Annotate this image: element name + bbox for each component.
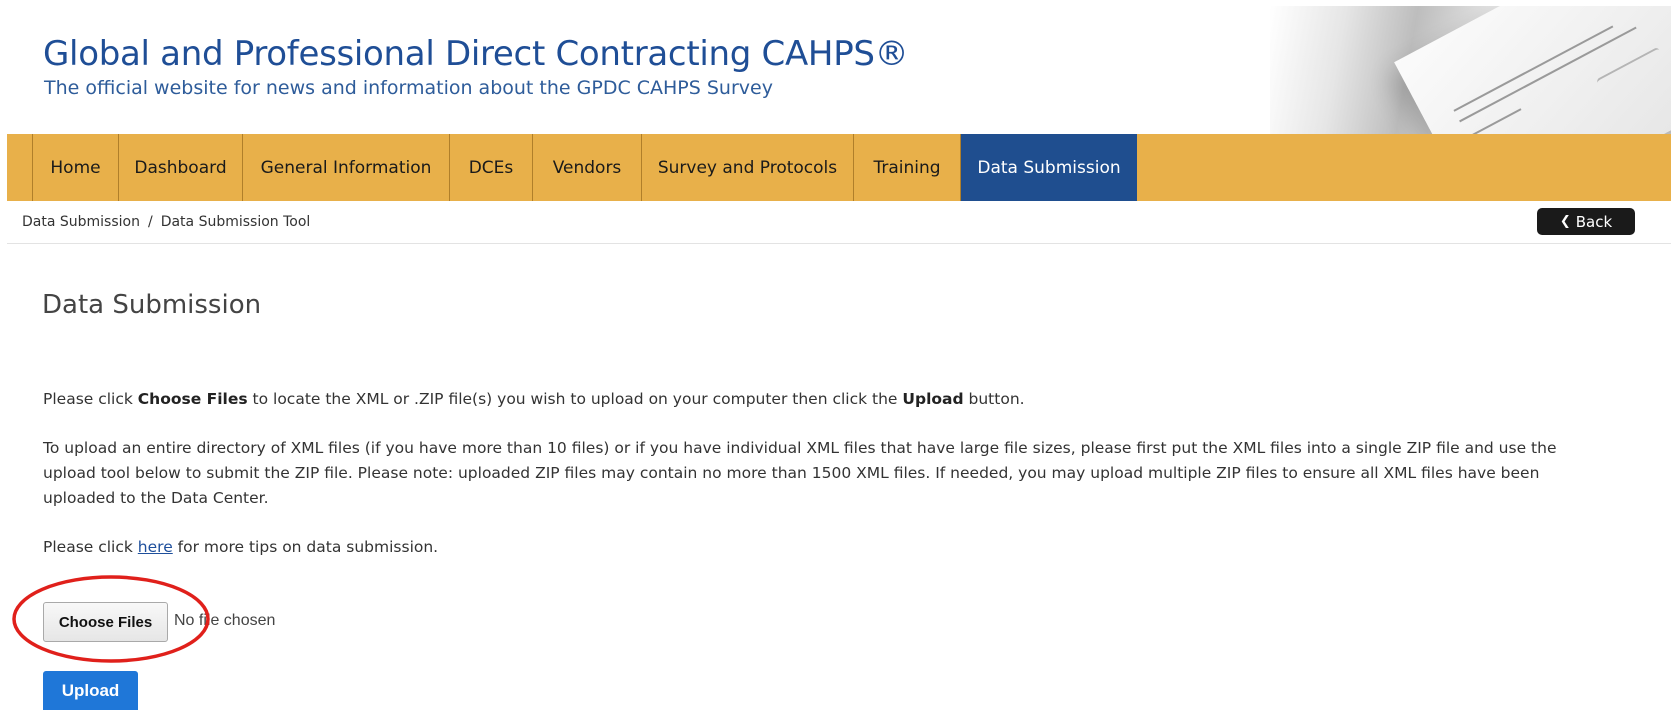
breadcrumb-divider xyxy=(7,243,1671,244)
back-button[interactable]: ❮ Back xyxy=(1537,208,1635,235)
p1-text-1: Please click xyxy=(43,390,138,408)
nav-item-data-submission[interactable]: Data Submission xyxy=(961,134,1137,201)
nav-item-training[interactable]: Training xyxy=(854,134,961,201)
tips-link[interactable]: here xyxy=(138,538,173,556)
nav-item-dashboard[interactable]: Dashboard xyxy=(119,134,243,201)
site-title[interactable]: Global and Professional Direct Contracti… xyxy=(43,34,909,74)
site-header: Global and Professional Direct Contracti… xyxy=(0,0,1671,134)
survey-paper-graphic xyxy=(1394,6,1671,134)
zip-instructions-paragraph: To upload an entire directory of XML fil… xyxy=(43,439,1557,507)
choose-files-button[interactable]: Choose Files xyxy=(43,602,168,642)
instructions-paragraph: Please click Choose Files to locate the … xyxy=(43,387,1603,412)
header-survey-image xyxy=(1270,6,1671,134)
nav-item-home[interactable]: Home xyxy=(33,134,119,201)
file-status-text: No file chosen xyxy=(174,612,276,629)
p1-upload-emphasis: Upload xyxy=(902,390,964,408)
p1-text-2: to locate the XML or .ZIP file(s) you wi… xyxy=(247,390,903,408)
upload-button[interactable]: Upload xyxy=(43,671,138,710)
p1-text-3: button. xyxy=(963,390,1025,408)
breadcrumb-item-data-submission[interactable]: Data Submission xyxy=(22,214,140,230)
p1-choose-files-emphasis: Choose Files xyxy=(137,390,248,408)
p3-text-2: for more tips on data submission. xyxy=(172,538,439,556)
nav-item-general-information[interactable]: General Information xyxy=(243,134,450,201)
breadcrumb-item-current: Data Submission Tool xyxy=(160,214,311,230)
chevron-left-icon: ❮ xyxy=(1559,214,1571,229)
nav-item-vendors[interactable]: Vendors xyxy=(533,134,642,201)
p3-text-1: Please click xyxy=(43,538,138,556)
nav-spacer xyxy=(7,134,33,201)
page-title: Data Submission xyxy=(42,290,262,320)
nav-item-dces[interactable]: DCEs xyxy=(450,134,533,201)
breadcrumb: Data Submission / Data Submission Tool xyxy=(22,214,310,230)
back-button-label: Back xyxy=(1575,212,1613,231)
breadcrumb-separator: / xyxy=(147,214,153,230)
site-tagline: The official website for news and inform… xyxy=(44,77,773,99)
nav-item-survey-and-protocols[interactable]: Survey and Protocols xyxy=(642,134,854,201)
main-nav: Home Dashboard General Information DCEs … xyxy=(7,134,1671,201)
tips-paragraph: Please click here for more tips on data … xyxy=(43,535,438,560)
